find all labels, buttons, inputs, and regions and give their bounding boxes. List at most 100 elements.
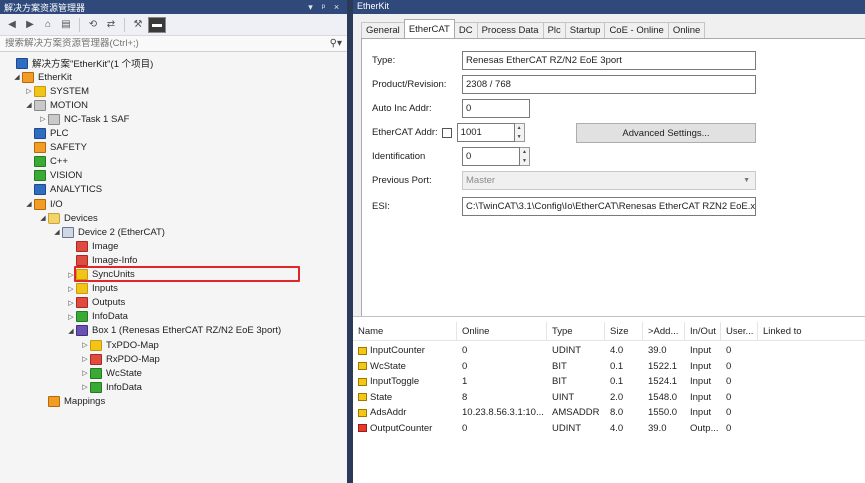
collapse-arrow-icon[interactable]: ◢ xyxy=(24,101,34,109)
table-row[interactable]: InputToggle 1 BIT 0.1 1524.1 Input 0 xyxy=(353,374,865,390)
tree-analytics-node[interactable]: ANALYTICS xyxy=(24,183,102,197)
table-row[interactable]: AdsAddr 10.23.8.56.3.1:10... AMSADDR 8.0 155… xyxy=(353,405,865,421)
tree-safety-node[interactable]: SAFETY xyxy=(24,141,87,155)
collapse-arrow-icon[interactable]: ◢ xyxy=(24,200,34,208)
home-icon[interactable]: ⌂ xyxy=(40,17,56,33)
tree-cpp-node[interactable]: C++ xyxy=(24,155,68,169)
expand-arrow-icon[interactable]: ▷ xyxy=(66,313,76,321)
window-position-dropdown-icon[interactable]: ▾ xyxy=(304,2,317,13)
tree-motion-node[interactable]: ◢ MOTION xyxy=(24,98,88,112)
ethercat-addr-spinner[interactable]: ▲ ▼ xyxy=(514,123,525,142)
product-row: Product/Revision: 2308 / 768 xyxy=(372,75,756,94)
ethercat-addr-field[interactable]: 1001 xyxy=(456,123,515,142)
col-type-header[interactable]: Type xyxy=(547,322,605,341)
identification-spinner[interactable]: ▲ ▼ xyxy=(520,147,530,166)
col-user-header[interactable]: User... xyxy=(721,322,758,341)
tree-txpdo-map-node[interactable]: ▷ TxPDO-Map xyxy=(80,338,159,352)
sync-icon[interactable]: ⇄ xyxy=(103,17,119,33)
ethercat-addr-checkbox[interactable] xyxy=(441,127,452,138)
tree-mappings-node[interactable]: Mappings xyxy=(38,394,105,408)
advanced-settings-button[interactable]: Advanced Settings... xyxy=(576,123,756,143)
tab-dc[interactable]: DC xyxy=(453,22,478,38)
col-address-header[interactable]: >Add... xyxy=(643,322,685,341)
pin-icon[interactable]: ᵖ xyxy=(317,2,330,12)
identification-field[interactable]: 0 xyxy=(462,147,520,166)
tree-project-node[interactable]: ◢ EtherKit xyxy=(12,70,72,84)
tree-plc-node[interactable]: PLC xyxy=(24,127,68,141)
tab-online[interactable]: Online xyxy=(667,22,706,38)
table-row[interactable]: State 8 UINT 2.0 1548.0 Input 0 xyxy=(353,390,865,406)
back-icon[interactable]: ◀ xyxy=(4,17,20,33)
col-name-header[interactable]: Name xyxy=(353,322,457,341)
expand-arrow-icon[interactable]: ▷ xyxy=(80,341,90,349)
wcstate-icon xyxy=(90,367,102,379)
cell-size: 4.0 xyxy=(605,423,643,434)
tree-nc-task-node[interactable]: ▷ NC-Task 1 SAF xyxy=(38,112,129,126)
collapse-arrow-icon[interactable]: ◢ xyxy=(12,73,22,81)
history-icon[interactable]: ⟲ xyxy=(85,17,101,33)
cell-type: BIT xyxy=(547,361,605,372)
col-inout-header[interactable]: In/Out xyxy=(685,322,721,341)
expand-arrow-icon[interactable]: ▷ xyxy=(66,299,76,307)
cell-online: 0 xyxy=(457,423,547,434)
tree-rxpdo-map-node[interactable]: ▷ RxPDO-Map xyxy=(80,352,160,366)
tree-inputs-node[interactable]: ▷ Inputs xyxy=(66,282,118,296)
cell-size-text: 0.1 xyxy=(610,376,624,388)
spin-up-icon[interactable]: ▲ xyxy=(520,148,529,157)
search-input[interactable] xyxy=(5,38,330,49)
tab-ethercat[interactable]: EtherCAT xyxy=(403,19,455,38)
tree-wcstate-node[interactable]: ▷ WcState xyxy=(80,366,142,380)
collapse-arrow-icon[interactable]: ◢ xyxy=(52,228,62,236)
tree-system-node[interactable]: ▷ SYSTEM xyxy=(24,84,89,98)
tree-box1-node[interactable]: ◢ Box 1 (Renesas EtherCAT RZ/N2 EoE 3port… xyxy=(66,324,281,338)
spin-up-icon[interactable]: ▲ xyxy=(515,124,524,133)
tree-box-infodata-node[interactable]: ▷ InfoData xyxy=(80,380,142,394)
search-icon[interactable]: ⚲▾ xyxy=(330,38,342,49)
expand-arrow-icon[interactable]: ▷ xyxy=(80,383,90,391)
tree-io-node[interactable]: ◢ I/O xyxy=(24,197,63,211)
tree-solution-node[interactable]: 解决方案"EtherKit"(1 个项目) xyxy=(6,56,153,70)
mappings-icon xyxy=(48,395,60,407)
col-size-header[interactable]: Size xyxy=(605,322,643,341)
tab-coe-online[interactable]: CoE - Online xyxy=(604,22,669,38)
spin-down-icon[interactable]: ▼ xyxy=(515,133,524,142)
tab-startup[interactable]: Startup xyxy=(564,22,606,38)
auto-inc-addr-field[interactable]: 0 xyxy=(462,99,530,118)
previous-port-select[interactable]: Master ▼ xyxy=(462,171,756,190)
io-icon xyxy=(34,198,46,210)
collapse-arrow-icon[interactable]: ◢ xyxy=(66,327,76,335)
tree-infodata-node[interactable]: ▷ InfoData xyxy=(66,310,128,324)
expand-arrow-icon[interactable]: ▷ xyxy=(80,369,90,377)
tab-process-data[interactable]: Process Data xyxy=(476,22,544,38)
solution-icon[interactable]: ▤ xyxy=(58,17,74,33)
cell-online: 1 xyxy=(457,376,547,387)
output-variable-icon xyxy=(358,424,367,433)
table-row[interactable]: InputCounter 0 UDINT 4.0 39.0 Input 0 xyxy=(353,343,865,359)
table-row[interactable]: OutputCounter 0 UDINT 4.0 39.0 Outp... 0 xyxy=(353,421,865,437)
tab-general[interactable]: General xyxy=(361,22,405,38)
properties-wrench-icon[interactable]: ⚒ xyxy=(130,17,146,33)
spin-down-icon[interactable]: ▼ xyxy=(520,157,529,166)
tree-device2-node[interactable]: ◢ Device 2 (EtherCAT) xyxy=(52,225,165,239)
type-field[interactable]: Renesas EtherCAT RZ/N2 EoE 3port xyxy=(462,51,756,70)
col-online-header[interactable]: Online xyxy=(457,322,547,341)
expand-arrow-icon[interactable]: ▷ xyxy=(38,115,48,123)
expand-arrow-icon[interactable]: ▷ xyxy=(24,87,34,95)
tree-devices-node[interactable]: ◢ Devices xyxy=(38,211,98,225)
preview-icon[interactable]: ▬ xyxy=(148,16,166,33)
cell-name: State xyxy=(353,392,457,403)
tree-outputs-node[interactable]: ▷ Outputs xyxy=(66,296,125,310)
col-linked-header[interactable]: Linked to xyxy=(758,322,865,341)
toolbar-separator xyxy=(124,17,125,32)
product-revision-field[interactable]: 2308 / 768 xyxy=(462,75,756,94)
tree-vision-node[interactable]: VISION xyxy=(24,169,82,183)
esi-path-field[interactable]: C:\TwinCAT\3.1\Config\Io\EtherCAT\Renesa… xyxy=(462,197,756,216)
expand-arrow-icon[interactable]: ▷ xyxy=(80,355,90,363)
tree-image-node[interactable]: Image xyxy=(66,239,118,253)
close-icon[interactable]: × xyxy=(330,2,343,12)
expand-arrow-icon[interactable]: ▷ xyxy=(66,285,76,293)
forward-icon[interactable]: ▶ xyxy=(22,17,38,33)
collapse-arrow-icon[interactable]: ◢ xyxy=(38,214,48,222)
tab-plc[interactable]: Plc xyxy=(542,22,566,38)
table-row[interactable]: WcState 0 BIT 0.1 1522.1 Input 0 xyxy=(353,359,865,375)
